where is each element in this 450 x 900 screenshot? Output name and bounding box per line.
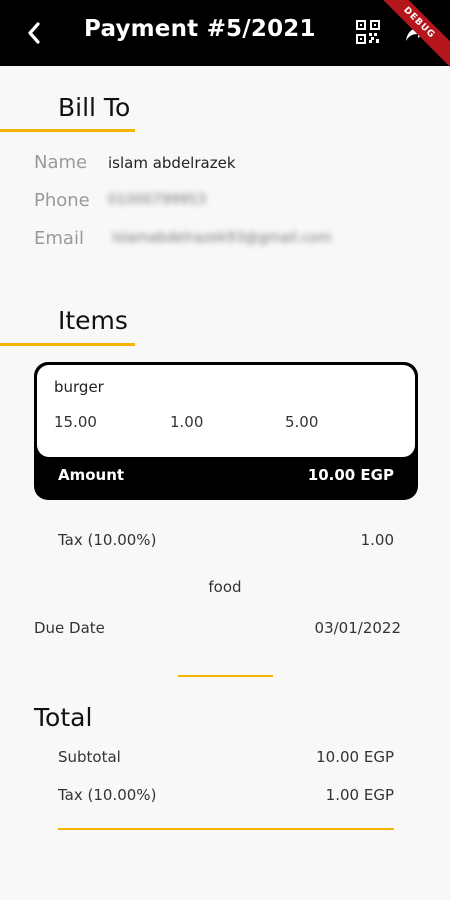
due-date-label: Due Date [34,619,105,637]
tax-label: Tax (10.00%) [58,531,157,549]
name-label: Name [34,152,88,173]
item-discount: 5.00 [285,413,319,431]
back-arrow-icon [28,22,40,44]
total-tax-value: 1.00 EGP [325,786,394,804]
items-heading: Items [58,306,128,335]
item-quantity: 1.00 [170,413,204,431]
bill-to-heading: Bill To [58,93,131,122]
items-underline [0,343,135,346]
item-amount-label: Amount [58,466,125,484]
item-price: 15.00 [54,413,97,431]
app-bar: Payment #5/2021 DEBUG [0,0,450,76]
due-date-value: 03/01/2022 [314,619,401,637]
divider [178,675,273,677]
subtotal-value: 10.00 EGP [316,748,394,766]
subtotal-label: Subtotal [58,748,121,766]
item-card[interactable]: burger 15.00 1.00 5.00 Amount 10.00 EGP [34,362,418,500]
back-button[interactable] [20,18,48,48]
qr-code-button[interactable] [356,20,380,44]
phone-value: 01000799953 [108,192,206,208]
item-card-details: burger 15.00 1.00 5.00 [37,365,415,457]
total-heading: Total [34,703,93,732]
name-value: islam abdelrazek [108,154,236,172]
item-amount-value: 10.00 EGP [307,466,394,484]
email-value: islamabdelrazek93@gmail.com [112,230,332,246]
bill-to-underline [0,129,135,132]
qr-code-icon [356,20,380,44]
total-underline [58,828,394,830]
item-name: burger [54,378,104,396]
phone-label: Phone [34,190,90,211]
invoice-note: food [208,578,242,596]
page-title: Payment #5/2021 [84,16,316,42]
tax-value: 1.00 [360,531,394,549]
total-tax-label: Tax (10.00%) [58,786,157,804]
email-label: Email [34,228,84,249]
